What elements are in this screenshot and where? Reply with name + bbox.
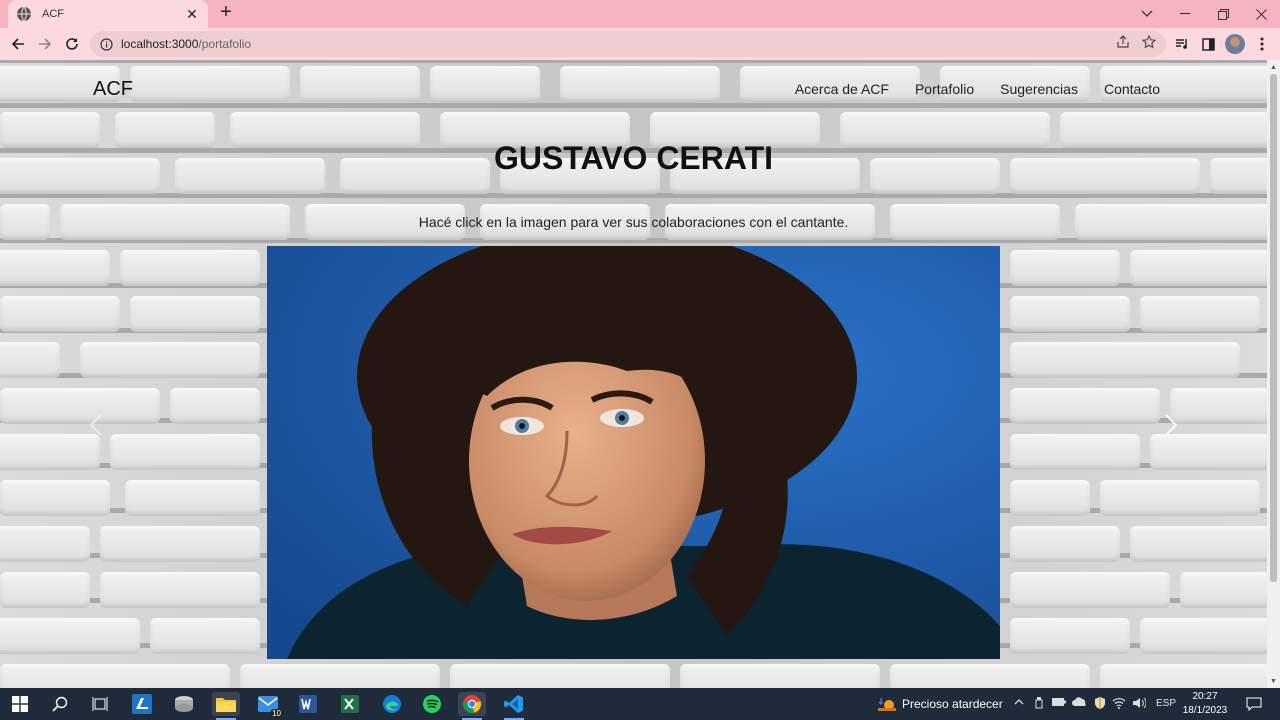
minimize-button[interactable] — [1166, 0, 1204, 28]
browser-tab[interactable]: ACF ✕ — [8, 0, 208, 28]
profile-button[interactable] — [1223, 32, 1247, 56]
nav-link-sugerencias[interactable]: Sugerencias — [1000, 81, 1078, 97]
bookmark-star-icon[interactable] — [1142, 35, 1156, 49]
search-icon — [52, 696, 68, 712]
taskbar-app-vscode[interactable] — [500, 692, 528, 720]
taskbar-app-word[interactable] — [294, 692, 322, 716]
taskbar-app-chrome[interactable] — [458, 692, 486, 720]
page-viewport: ACF Acerca de ACF Portafolio Sugerencias… — [0, 60, 1267, 688]
start-button[interactable] — [6, 692, 34, 716]
vscode-icon — [504, 695, 523, 713]
forward-button[interactable] — [33, 32, 57, 56]
scroll-thumb[interactable] — [1270, 74, 1277, 582]
clock-date: 18/1/2023 — [1182, 705, 1228, 716]
task-view-button[interactable] — [86, 692, 114, 716]
scroll-up-arrow-icon[interactable]: ▲ — [1267, 60, 1280, 74]
nav-link-contacto[interactable]: Contacto — [1104, 81, 1160, 97]
excel-icon — [341, 695, 359, 713]
carousel-prev-button[interactable] — [84, 410, 108, 440]
volume-icon[interactable] — [1132, 697, 1147, 712]
chevron-left-icon — [89, 414, 102, 436]
chevron-right-icon — [1165, 414, 1178, 436]
clock-time: 20:27 — [1192, 691, 1218, 702]
media-queue-icon — [1176, 39, 1187, 49]
share-icon[interactable] — [1116, 35, 1130, 49]
side-panel-icon — [1201, 37, 1215, 51]
browser-toolbar: localhost:3000/portafolio — [0, 28, 1280, 60]
taskbar-app-file-explorer[interactable] — [212, 692, 240, 720]
carousel-next-button[interactable] — [1159, 410, 1183, 440]
weather-widget[interactable]: Precioso atardecer — [878, 696, 1003, 712]
page-title: GUSTAVO CERATI — [493, 140, 774, 176]
mail-badge: 10 — [270, 709, 283, 718]
close-window-button[interactable] — [1242, 0, 1280, 28]
site-info-icon[interactable] — [100, 37, 113, 51]
portrait-photo — [267, 246, 1000, 659]
more-vertical-icon — [1260, 37, 1264, 51]
carousel-portrait-image[interactable] — [267, 246, 1000, 659]
spotify-icon — [423, 695, 441, 713]
tab-title: ACF — [42, 8, 64, 20]
back-arrow-icon — [11, 38, 24, 50]
tab-strip: ACF ✕ + — [0, 0, 1280, 28]
sunset-weather-icon — [878, 698, 896, 711]
taskbar-app-azure[interactable] — [128, 692, 156, 716]
site-navigation: Acerca de ACF Portafolio Sugerencias Con… — [795, 81, 1160, 97]
wifi-icon[interactable] — [1112, 697, 1126, 712]
task-view-icon — [92, 697, 108, 711]
side-panel-button[interactable] — [1196, 32, 1220, 56]
globe-icon — [17, 6, 31, 22]
taskbar-app-mail[interactable]: 10 — [254, 692, 283, 718]
nav-link-portafolio[interactable]: Portafolio — [915, 81, 974, 97]
taskbar-app-spotify[interactable] — [418, 692, 446, 716]
url-host: localhost:3000 — [121, 37, 199, 51]
windows-taskbar: 10 Precioso atardecer ESP 20:27 18/1/202… — [0, 688, 1280, 720]
weather-text: Precioso atardecer — [902, 697, 1003, 711]
site-brand-logo[interactable]: ACF — [93, 78, 133, 101]
windows-logo-icon — [12, 696, 28, 712]
page-subtitle: Hacé click en la imagen para ver sus col… — [418, 214, 849, 230]
tab-search-chevron-icon[interactable] — [1128, 0, 1166, 28]
taskbar-app-disk[interactable] — [170, 692, 198, 716]
back-button[interactable] — [6, 32, 30, 56]
url-path: /portafolio — [198, 37, 252, 51]
scroll-down-arrow-icon[interactable]: ▼ — [1267, 674, 1280, 688]
security-shield-icon[interactable] — [1094, 697, 1106, 712]
restore-button[interactable] — [1204, 0, 1242, 28]
address-bar[interactable]: localhost:3000/portafolio — [90, 31, 1166, 57]
taskbar-app-edge[interactable] — [378, 692, 406, 716]
battery-icon[interactable] — [1052, 697, 1066, 710]
azure-icon — [132, 694, 152, 714]
edge-icon — [383, 695, 401, 713]
usb-device-icon[interactable] — [1034, 697, 1044, 712]
reload-icon — [66, 38, 78, 50]
close-tab-icon[interactable]: ✕ — [184, 6, 200, 23]
folder-icon — [216, 698, 236, 712]
tray-overflow-chevron-icon[interactable] — [1014, 697, 1024, 709]
taskbar-clock[interactable]: 20:27 18/1/2023 — [1180, 690, 1230, 718]
drive-icon — [175, 696, 193, 712]
nav-link-acerca[interactable]: Acerca de ACF — [795, 81, 889, 97]
page-scrollbar[interactable]: ▲ ▼ — [1267, 60, 1280, 688]
new-tab-button[interactable]: + — [216, 2, 236, 23]
chrome-icon — [463, 695, 482, 713]
url-text: localhost:3000/portafolio — [121, 37, 251, 51]
onedrive-cloud-icon[interactable] — [1072, 697, 1088, 710]
word-icon — [299, 695, 317, 713]
media-control-button[interactable] — [1170, 32, 1194, 56]
reload-button[interactable] — [60, 32, 84, 56]
taskbar-app-excel[interactable] — [336, 692, 364, 716]
taskbar-search-button[interactable] — [46, 692, 74, 716]
notifications-button[interactable] — [1240, 692, 1268, 716]
language-indicator[interactable]: ESP — [1156, 698, 1176, 709]
chrome-menu-button[interactable] — [1250, 32, 1274, 56]
notification-icon — [1246, 697, 1262, 711]
avatar — [1225, 34, 1245, 54]
forward-arrow-icon — [39, 38, 52, 50]
